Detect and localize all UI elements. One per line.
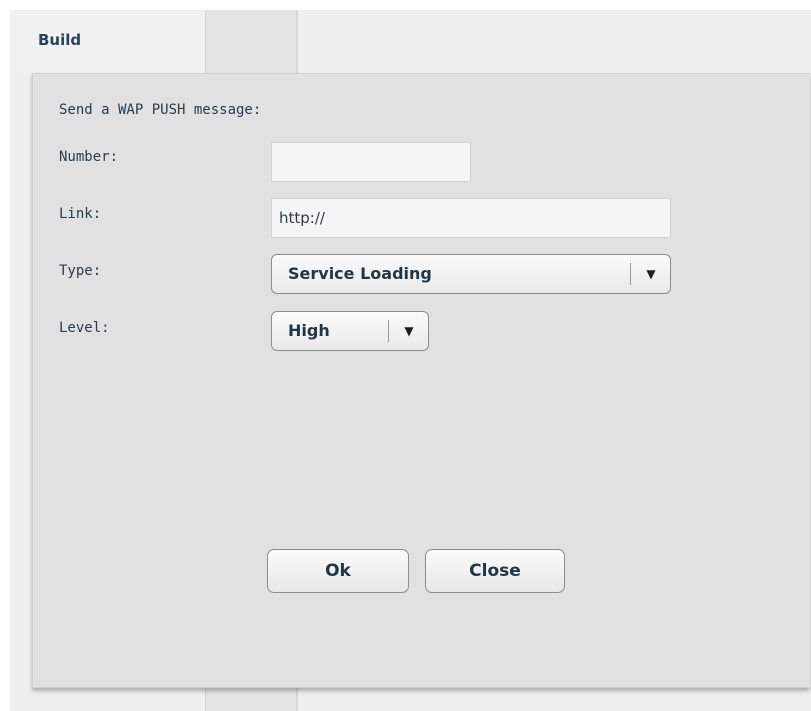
close-button[interactable]: Close: [425, 549, 565, 593]
level-select-value: High: [288, 321, 330, 340]
type-select[interactable]: Service Loading ▼: [271, 254, 671, 294]
ok-button[interactable]: Ok: [267, 549, 409, 593]
link-input[interactable]: http://: [271, 198, 671, 238]
chevron-down-icon: ▼: [646, 267, 656, 281]
level-label: Level:: [59, 320, 110, 336]
number-label: Number:: [59, 149, 119, 165]
dialog-title: Send a WAP PUSH message:: [59, 102, 262, 118]
tab-build-label: Build: [38, 31, 82, 49]
type-label: Type:: [59, 263, 102, 279]
chevron-down-icon: ▼: [404, 324, 414, 338]
link-label: Link:: [59, 206, 102, 222]
wap-push-dialog: Send a WAP PUSH message: Number: Link: h…: [32, 73, 810, 688]
level-select-divider: [388, 320, 389, 342]
number-input[interactable]: [271, 142, 471, 182]
level-select[interactable]: High ▼: [271, 311, 429, 351]
type-select-divider: [630, 263, 631, 285]
type-select-value: Service Loading: [288, 264, 432, 283]
